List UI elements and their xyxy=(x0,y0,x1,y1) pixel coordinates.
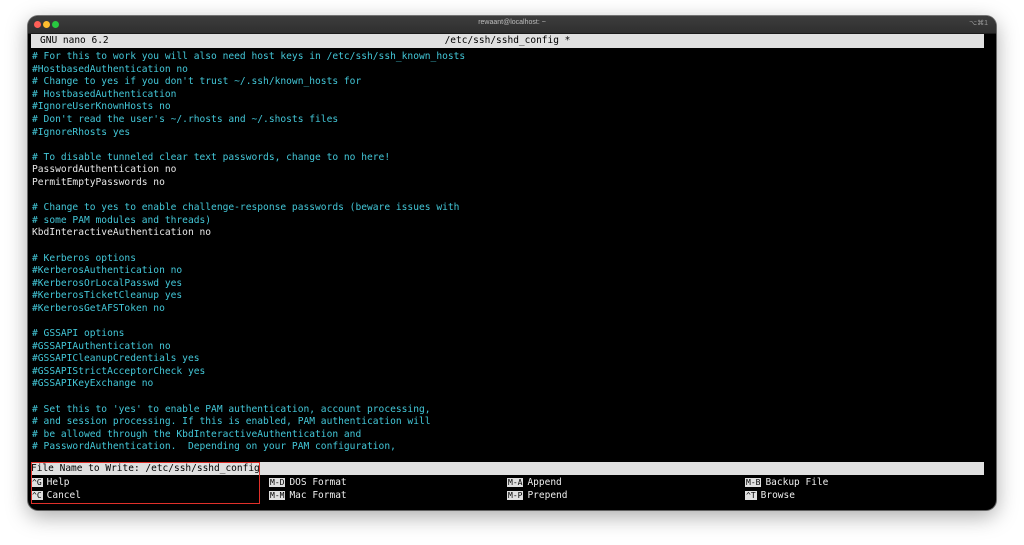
shortcut-key: ^G xyxy=(31,478,43,487)
shortcut-label: Help xyxy=(46,477,70,488)
shortcut-key: M-D xyxy=(269,478,286,487)
config-line: PasswordAuthentication no xyxy=(32,164,177,176)
comment-line: #GSSAPIAuthentication no xyxy=(32,340,171,352)
comment-line: #HostbasedAuthentication no xyxy=(32,63,188,75)
title-bar: rewaant@localhost: ~ ⌥⌘1 xyxy=(28,16,996,34)
shortcut-cancel[interactable]: ^C Cancel xyxy=(31,489,81,502)
shortcut-key: M-A xyxy=(507,478,524,487)
shortcut-label: Append xyxy=(527,477,562,488)
nano-title-bar: GNU nano 6.2 /etc/ssh/sshd_config * xyxy=(31,34,984,48)
shortcut-label: Prepend xyxy=(527,490,568,501)
shortcut-key: M-P xyxy=(507,491,524,500)
shortcut-bar: ^G Help ^C Cancel M-D DOS Format M-M Mac For… xyxy=(31,476,984,504)
window-title: rewaant@localhost: ~ xyxy=(478,19,546,26)
nano-filename: /etc/ssh/sshd_config * xyxy=(444,35,571,46)
shortcut-key: M-B xyxy=(745,478,762,487)
comment-line: #GSSAPIStrictAcceptorCheck yes xyxy=(32,365,206,377)
shortcut-label: Cancel xyxy=(46,490,81,501)
comment-line: #KerberosGetAFSToken no xyxy=(32,302,165,314)
file-name-prompt[interactable]: File Name to Write: /etc/ssh/sshd_config xyxy=(31,462,984,475)
config-line: KbdInteractiveAuthentication no xyxy=(32,227,212,239)
shortcut-backup-file[interactable]: M-B Backup File xyxy=(745,476,828,489)
comment-line: #KerberosAuthentication no xyxy=(32,265,183,277)
comment-line: #KerberosTicketCleanup yes xyxy=(32,290,183,302)
window-shortcut: ⌥⌘1 xyxy=(969,20,988,27)
comment-line: #GSSAPICleanupCredentials yes xyxy=(32,353,200,365)
comment-line: # Set this to 'yes' to enable PAM authen… xyxy=(32,403,431,415)
file-name-input[interactable]: /etc/ssh/sshd_config xyxy=(145,463,259,474)
comment-line: # GSSAPI options xyxy=(32,328,125,340)
comment-line: #IgnoreUserKnownHosts no xyxy=(32,101,171,113)
comment-line: # Don't read the user's ~/.rhosts and ~/… xyxy=(32,113,339,125)
shortcut-label: Backup File xyxy=(765,477,829,488)
prompt-label: File Name to Write: xyxy=(31,463,146,474)
terminal-window: rewaant@localhost: ~ ⌥⌘1 GNU nano 6.2 /e… xyxy=(28,16,996,510)
shortcut-dos-format[interactable]: M-D DOS Format xyxy=(269,476,347,489)
shortcut-key: M-M xyxy=(269,491,286,500)
comment-line: # be allowed through the KbdInteractiveA… xyxy=(32,428,362,440)
shortcut-label: Browse xyxy=(760,490,795,501)
comment-line: # HostbasedAuthentication xyxy=(32,88,177,100)
comment-line: # Change to yes to enable challenge-resp… xyxy=(32,202,460,214)
comment-line: #GSSAPIKeyExchange no xyxy=(32,378,154,390)
shortcut-help[interactable]: ^G Help xyxy=(31,476,70,489)
shortcut-prepend[interactable]: M-P Prepend xyxy=(507,489,568,502)
comment-line: # and session processing. If this is ena… xyxy=(32,416,431,428)
comment-line: # PasswordAuthentication. Depending on y… xyxy=(32,441,396,453)
shortcut-key: ^T xyxy=(745,491,757,500)
comment-line: # For this to work you will also need ho… xyxy=(32,51,466,62)
shortcut-label: DOS Format xyxy=(289,477,347,488)
editor-text-area[interactable]: # For this to work you will also need ho… xyxy=(32,51,986,454)
comment-line: # To disable tunneled clear text passwor… xyxy=(32,151,391,163)
comment-line: # Change to yes if you don't trust ~/.ss… xyxy=(32,76,362,88)
shortcut-label: Mac Format xyxy=(289,490,347,501)
config-line: PermitEmptyPasswords no xyxy=(32,176,165,188)
comment-line: #KerberosOrLocalPasswd yes xyxy=(32,277,183,289)
comment-line: # Kerberos options xyxy=(32,252,136,264)
shortcut-key: ^C xyxy=(31,491,43,500)
shortcut-mac-format[interactable]: M-M Mac Format xyxy=(269,489,347,502)
comment-line: #IgnoreRhosts yes xyxy=(32,126,131,138)
shortcut-browse[interactable]: ^T Browse xyxy=(745,489,795,502)
comment-line: # some PAM modules and threads) xyxy=(32,214,212,226)
shortcut-append[interactable]: M-A Append xyxy=(507,476,562,489)
